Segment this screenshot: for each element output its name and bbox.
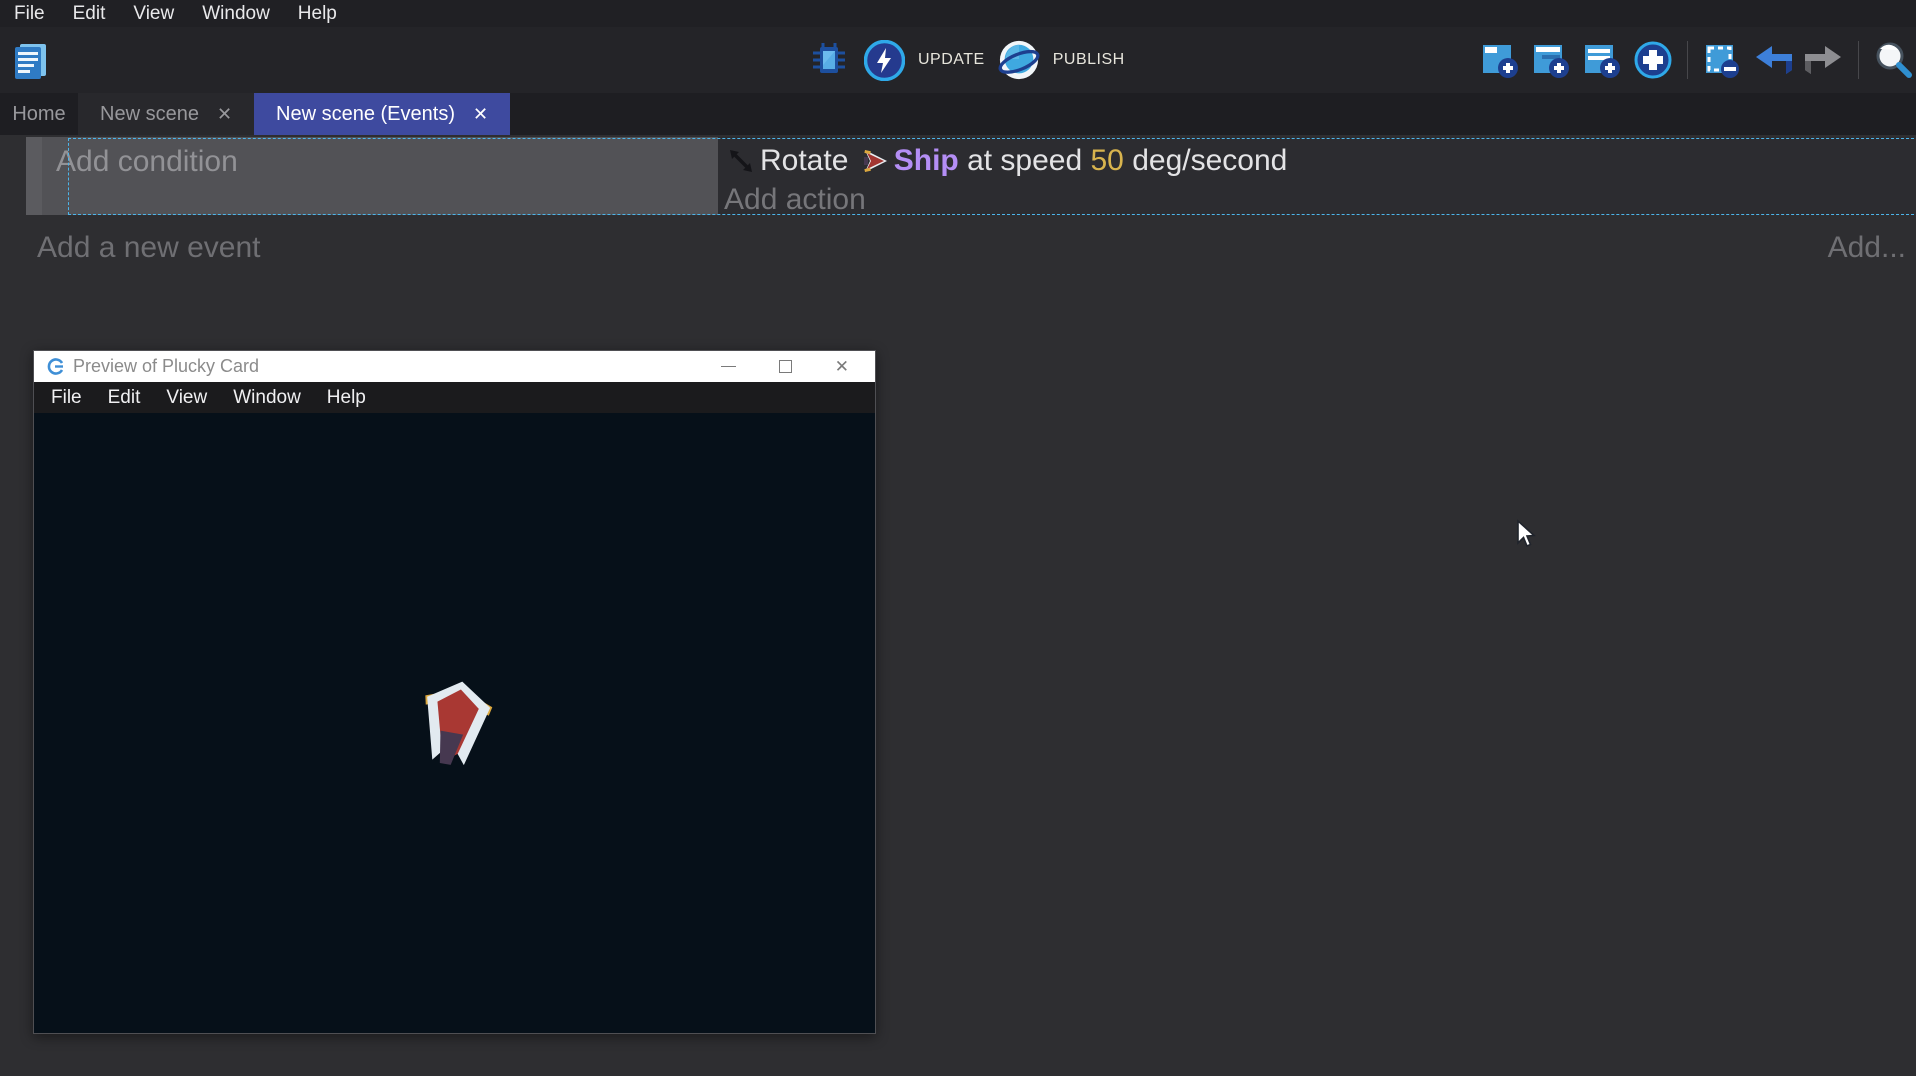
redo-icon [1803,40,1845,80]
menu-view[interactable]: View [119,0,188,27]
close-icon[interactable]: ✕ [473,105,488,123]
action-verb: Rotate [760,144,857,178]
preview-titlebar[interactable]: Preview of Plucky Card ✕ [34,351,875,382]
add-event-button[interactable] [1479,38,1521,82]
editor-tabbar: Home New scene ✕ New scene (Events) ✕ [0,93,1916,135]
remove-event-button[interactable] [1701,38,1743,82]
minimize-icon[interactable] [721,366,736,367]
mouse-cursor [1515,519,1537,549]
add-event-row: Add a new event Add... [0,223,1916,275]
add-subevent-button[interactable] [1530,38,1572,82]
event-actions-cell[interactable]: Rotate Ship at speed 50 deg/second Add a… [718,137,1910,215]
preview-game-canvas[interactable] [34,413,875,1033]
toolbar-divider [1687,41,1688,79]
app-menubar: File Edit View Window Help [0,0,1916,27]
add-action-button[interactable]: Add action [724,183,1910,217]
undo-button[interactable] [1752,38,1794,82]
close-icon[interactable]: ✕ [835,358,849,375]
action-suffix-text: deg/second [1124,144,1287,178]
publish-label[interactable]: PUBLISH [1053,51,1125,69]
menu-file[interactable]: File [0,0,59,27]
project-manager-icon [10,40,52,82]
preview-menu-help[interactable]: Help [314,387,379,409]
add-comment-icon [1582,40,1622,80]
update-icon [864,40,905,81]
tab-new-scene[interactable]: New scene ✕ [78,93,254,135]
add-comment-button[interactable] [1581,38,1623,82]
tab-label: New scene (Events) [276,103,455,126]
ship-object-thumbnail-icon [862,149,889,173]
events-sheet: Add condition Rotate Ship at spee [0,135,1916,1076]
add-more-button[interactable]: Add... [1828,231,1906,265]
add-condition-button[interactable]: Add condition [56,145,718,179]
gdevelop-logo-icon [47,358,64,375]
update-label[interactable]: UPDATE [918,51,985,69]
action-rotate-ship[interactable]: Rotate Ship at speed 50 deg/second [724,141,1910,181]
preview-menu-file[interactable]: File [38,387,95,409]
ship-sprite [413,679,497,767]
event-conditions-cell[interactable]: Add condition [42,137,718,215]
tab-home[interactable]: Home [0,93,78,135]
publish-button[interactable] [998,38,1040,82]
preview-menu-view[interactable]: View [153,387,220,409]
update-button[interactable] [863,38,905,82]
preview-menu-edit[interactable]: Edit [95,387,154,409]
event-row[interactable]: Add condition Rotate Ship at spee [26,137,1910,215]
tab-new-scene-events[interactable]: New scene (Events) ✕ [254,93,510,135]
close-icon[interactable]: ✕ [217,105,232,123]
search-events-button[interactable] [1872,38,1914,82]
preview-menubar: File Edit View Window Help [34,382,875,413]
preview-window[interactable]: Preview of Plucky Card ✕ File Edit View … [33,350,876,1034]
debug-button[interactable] [808,38,850,82]
project-manager-button[interactable] [10,39,52,83]
add-event-icon [1480,40,1520,80]
preview-menu-window[interactable]: Window [220,387,314,409]
add-new-event-button[interactable]: Add a new event [37,231,261,265]
rotate-action-icon [726,146,756,176]
main-toolbar: UPDATE PUBLISH [0,27,1916,93]
add-subevent-icon [1531,40,1571,80]
menu-edit[interactable]: Edit [59,0,120,27]
undo-icon [1752,40,1794,80]
toolbar-divider [1858,41,1859,79]
maximize-icon[interactable] [779,360,792,373]
action-parameter-value: 50 [1091,144,1124,178]
add-other-event-button[interactable] [1632,38,1674,82]
action-object-name: Ship [894,144,959,178]
preview-window-title: Preview of Plucky Card [73,356,721,377]
menu-help[interactable]: Help [284,0,351,27]
tab-label: Home [12,103,65,126]
event-drag-handle[interactable] [26,137,42,215]
add-circle-icon [1633,40,1673,80]
publish-icon [998,38,1040,82]
action-middle-text: at speed [959,144,1091,178]
tab-label: New scene [100,103,199,126]
redo-button[interactable] [1803,38,1845,82]
debug-icon [809,40,849,80]
search-icon [1872,39,1914,81]
remove-event-icon [1702,40,1742,80]
menu-window[interactable]: Window [188,0,284,27]
